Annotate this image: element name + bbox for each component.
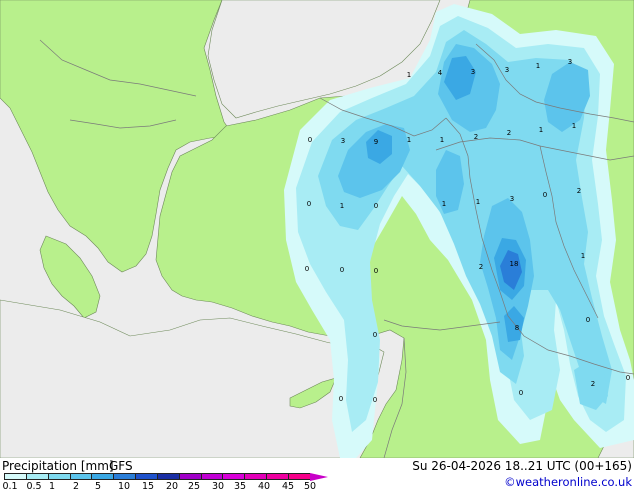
precip-value-label: 3	[568, 58, 572, 66]
precip-value-label: 2	[474, 133, 478, 141]
precip-value-label: 1	[581, 252, 585, 260]
color-scale-swatch	[69, 473, 92, 480]
precip-value-label: 0	[374, 267, 378, 275]
credit-link[interactable]: ©weatheronline.co.uk	[504, 475, 632, 489]
legend-title: Precipitation [mm]	[2, 459, 114, 473]
precip-value-label: 1	[572, 122, 576, 130]
precip-value-label: 0	[307, 200, 311, 208]
precip-value-label: 0	[339, 395, 343, 403]
precip-value-label: 0	[340, 266, 344, 274]
precip-value-label: 1	[407, 71, 411, 79]
precip-value-label: 2	[507, 129, 511, 137]
precip-value-label: 0	[519, 389, 523, 397]
color-scale-swatch	[25, 473, 48, 480]
precip-value-label: 1	[536, 62, 540, 70]
color-scale-swatch	[47, 473, 70, 480]
color-scale-swatch	[222, 473, 245, 480]
precip-value-label: 0	[305, 265, 309, 273]
precip-value-label: 2	[577, 187, 581, 195]
precip-value-label: 1	[476, 198, 480, 206]
color-scale-swatch	[135, 473, 157, 480]
precip-value-label: 0	[374, 202, 378, 210]
precip-value-label: 0	[586, 316, 590, 324]
valid-time: Su 26-04-2026 18..21 UTC (00+165)	[412, 459, 632, 473]
color-scale-swatch	[113, 473, 136, 480]
precip-value-label: 3	[505, 66, 509, 74]
precip-value-label: 1	[340, 202, 344, 210]
color-scale-swatch	[4, 473, 26, 480]
precip-value-label: 3	[510, 195, 514, 203]
precip-value-label: 3	[341, 137, 345, 145]
precip-value-label: 2	[479, 263, 483, 271]
map-canvas: 1 4 3 3 1 3 0 3 9 1 1 2 2 1 1 0 1 0 1 1 3 0 2 0 0 0 2 18 1 0 8 0 0 0 0 2 0	[0, 0, 634, 458]
precip-value-label: 1	[440, 136, 444, 144]
precip-value-label: 4	[438, 69, 443, 77]
precip-value-label: 1	[407, 136, 411, 144]
precip-value-label: 18	[510, 260, 519, 268]
precip-value-label: 1	[442, 200, 446, 208]
precipitation-map: 1 4 3 3 1 3 0 3 9 1 1 2 2 1 1 0 1 0 1 1 3 0 2 0 0 0 2 18 1 0 8 0 0 0 0 2 0	[0, 0, 634, 458]
precip-value-label: 8	[515, 324, 519, 332]
precip-value-label: 9	[374, 138, 378, 146]
precip-value-label: 0	[373, 396, 377, 404]
color-scale-swatch	[200, 473, 223, 480]
color-scale-swatch	[91, 473, 114, 480]
precip-value-label: 0	[626, 374, 630, 382]
precip-value-label: 1	[539, 126, 543, 134]
precip-value-label: 0	[373, 331, 377, 339]
color-scale-arrow	[310, 473, 328, 481]
color-scale-swatch	[178, 473, 201, 480]
color-scale-swatch	[266, 473, 288, 480]
color-scale-swatch	[244, 473, 267, 480]
precip-value-label: 2	[591, 380, 595, 388]
precip-value-label: 0	[308, 136, 312, 144]
color-scale-swatch	[156, 473, 179, 480]
precip-value-label: 3	[471, 68, 475, 76]
precip-value-label: 0	[543, 191, 547, 199]
color-scale	[4, 473, 310, 480]
model-name: GFS	[109, 459, 133, 473]
color-scale-swatch	[287, 473, 310, 480]
